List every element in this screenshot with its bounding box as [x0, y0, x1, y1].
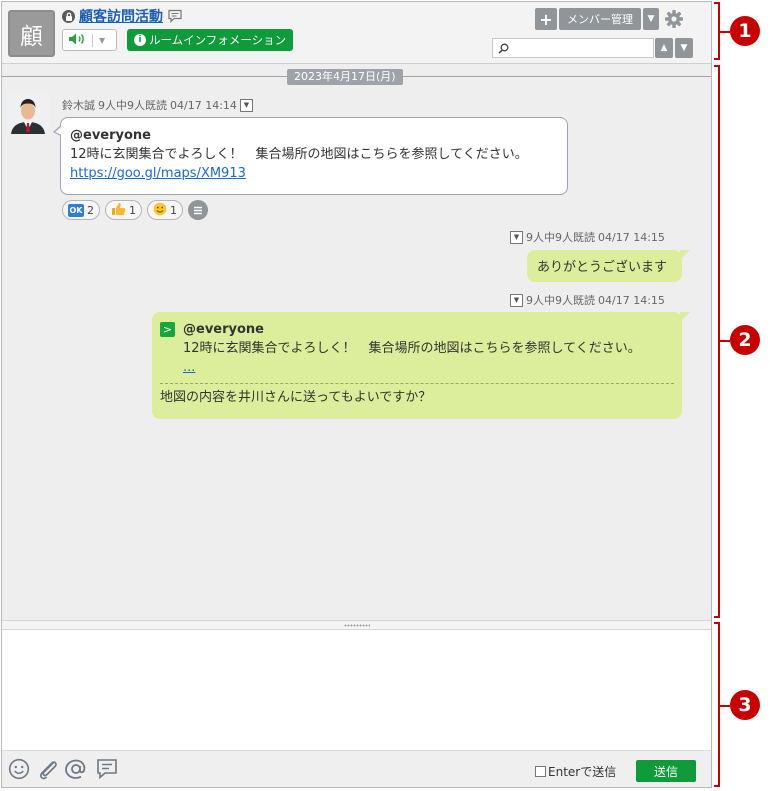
list-icon	[194, 206, 202, 214]
room-avatar: 顧	[8, 10, 55, 57]
chevron-down-icon: ▼	[99, 35, 106, 45]
member-menu-dropdown[interactable]: ▼	[643, 8, 659, 30]
callout-badge: 1	[730, 16, 760, 46]
resize-handle[interactable]	[2, 620, 711, 630]
bubble-tail	[680, 250, 690, 260]
enter-to-send-option[interactable]: Enterで送信	[535, 763, 616, 780]
mention-icon[interactable]	[64, 758, 88, 780]
search-prev-button[interactable]: ▲	[655, 38, 673, 58]
member-controls: + メンバー管理 ▼	[535, 8, 684, 30]
notification-sound-toggle[interactable]: ▼	[62, 29, 117, 51]
search-icon	[498, 39, 509, 58]
callout-badge: 3	[730, 690, 760, 720]
grip-icon	[343, 623, 370, 627]
message-timeline[interactable]: 2023年4月17日(月) 鈴木誠 9人中9人既読 04/17 14:14 ▼ …	[2, 64, 711, 620]
mention-text: @everyone	[70, 128, 151, 143]
message-timestamp: 04/17 14:14	[170, 98, 237, 112]
message-menu-dropdown[interactable]: ▼	[510, 293, 523, 307]
search-input[interactable]	[512, 42, 642, 54]
chat-window: 顧 顧客訪問活動 ▼ i ルームインフォメーション + メンバー管理 ▼ ▲ ▼…	[1, 1, 712, 788]
add-member-button[interactable]: +	[535, 8, 557, 30]
composer-toolbar: Enterで送信 送信	[2, 750, 711, 787]
reaction-smile-button[interactable]: 1	[147, 200, 183, 220]
bubble-tail	[680, 312, 690, 322]
message-search-field[interactable]	[492, 38, 654, 58]
message-bubble[interactable]: ありがとうございます	[527, 250, 690, 282]
message-timestamp: 04/17 14:15	[598, 230, 665, 244]
message-bubble[interactable]: > @everyone 12時に玄関集合でよろしく！ 集合場所の地図はこちらを参…	[152, 312, 690, 419]
info-icon: i	[134, 34, 146, 46]
member-manage-button[interactable]: メンバー管理	[559, 8, 641, 30]
expand-quote-link[interactable]: ...	[183, 360, 195, 375]
read-status[interactable]: 9人中9人既読	[526, 229, 595, 245]
room-info-button[interactable]: i ルームインフォメーション	[127, 29, 294, 51]
search-next-button[interactable]: ▼	[675, 38, 693, 58]
smile-icon	[153, 202, 167, 219]
message-timestamp: 04/17 14:15	[598, 293, 665, 307]
chat-memo-icon[interactable]	[95, 758, 119, 780]
date-label: 2023年4月17日(月)	[287, 69, 403, 85]
sender-name[interactable]: 鈴木誠	[62, 97, 95, 113]
message-body: 地図の内容を井川さんに送ってもよいですか？	[160, 390, 432, 405]
callout-badge: 2	[730, 325, 760, 355]
room-header: 顧 顧客訪問活動 ▼ i ルームインフォメーション + メンバー管理 ▼ ▲ ▼	[2, 2, 711, 64]
quoted-body: 12時に玄関集合でよろしく！ 集合場所の地図はこちらを参照してください。	[183, 341, 641, 356]
speaker-icon	[68, 31, 86, 50]
callout-connector	[720, 31, 730, 33]
bubble-tail	[55, 126, 62, 135]
reaction-count: 2	[87, 203, 94, 217]
sender-avatar[interactable]	[7, 92, 49, 134]
callout-connector	[720, 340, 730, 342]
reaction-count: 1	[129, 203, 136, 217]
attachment-icon[interactable]	[36, 758, 60, 780]
message-body: ありがとうございます	[537, 260, 668, 275]
send-button[interactable]: 送信	[636, 760, 696, 782]
map-link[interactable]: https://goo.gl/maps/XM913	[70, 166, 246, 181]
message-meta: ▼ 9人中9人既読 04/17 14:15	[510, 292, 665, 308]
message-meta: 鈴木誠 9人中9人既読 04/17 14:14 ▼	[62, 97, 253, 113]
message-meta: ▼ 9人中9人既読 04/17 14:15	[510, 229, 665, 245]
message-menu-dropdown[interactable]: ▼	[510, 230, 523, 244]
reaction-menu-button[interactable]	[188, 200, 208, 220]
read-status[interactable]: 9人中9人既読	[526, 292, 595, 308]
reaction-thumbs-up-button[interactable]: 1	[105, 200, 142, 220]
enter-to-send-label: Enterで送信	[548, 765, 617, 779]
enter-to-send-checkbox[interactable]	[535, 766, 546, 777]
ok-icon: OK	[68, 203, 84, 217]
emoji-icon[interactable]	[8, 758, 30, 780]
read-status[interactable]: 9人中9人既読	[98, 97, 167, 113]
room-title-link[interactable]: 顧客訪問活動	[79, 6, 163, 26]
room-title-row: 顧客訪問活動	[62, 6, 183, 26]
reaction-count: 1	[170, 203, 177, 217]
reaction-ok-button[interactable]: OK 2	[62, 200, 100, 220]
reaction-bar: OK 2 1 1	[62, 200, 208, 220]
callout-connector	[720, 705, 730, 707]
divider	[92, 33, 93, 47]
search-nav: ▲ ▼	[655, 38, 693, 58]
quote-icon: >	[160, 322, 175, 337]
quoted-message[interactable]: > @everyone 12時に玄関集合でよろしく！ 集合場所の地図はこちらを参…	[160, 320, 674, 384]
message-menu-dropdown[interactable]: ▼	[239, 98, 253, 112]
mention-text: @everyone	[183, 322, 264, 337]
room-info-label: ルームインフォメーション	[149, 33, 287, 47]
lock-icon	[62, 9, 75, 23]
gear-icon[interactable]	[664, 9, 684, 29]
message-bubble[interactable]: @everyone 12時に玄関集合でよろしく！ 集合場所の地図はこちらを参照し…	[53, 117, 568, 195]
thumbs-up-icon	[111, 202, 126, 219]
message-input[interactable]	[2, 630, 711, 750]
message-body: 12時に玄関集合でよろしく！ 集合場所の地図はこちらを参照してください。	[70, 147, 528, 162]
chat-memo-icon[interactable]	[167, 9, 183, 24]
